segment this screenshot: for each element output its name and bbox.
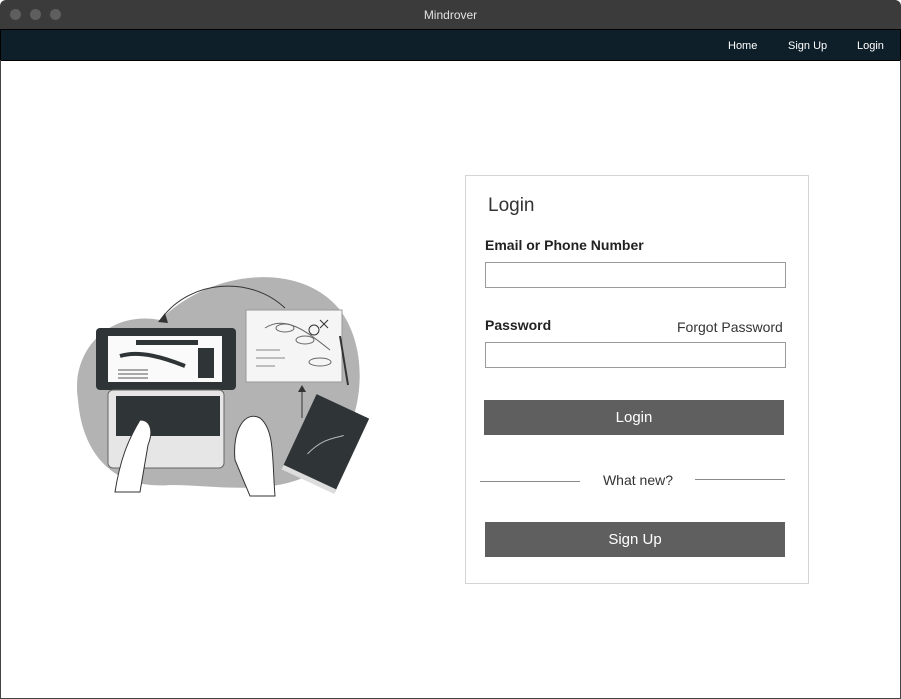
- email-label: Email or Phone Number: [485, 237, 644, 253]
- nav-home-link[interactable]: Home: [728, 40, 757, 52]
- password-label: Password: [485, 317, 552, 333]
- laptop-illustration: [76, 277, 370, 497]
- login-button[interactable]: Login: [484, 400, 784, 435]
- nav-login-link[interactable]: Login: [857, 40, 884, 52]
- signup-button[interactable]: Sign Up: [485, 522, 785, 557]
- divider-label: What new?: [602, 472, 674, 488]
- email-field[interactable]: [485, 262, 786, 288]
- login-card: Login Email or Phone Number Password For…: [465, 175, 809, 584]
- login-title: Login: [488, 195, 535, 216]
- top-navbar: Home Sign Up Login: [0, 29, 901, 61]
- divider-line-right: [695, 479, 785, 480]
- window-titlebar: Mindrover: [0, 0, 901, 29]
- nav-signup-link[interactable]: Sign Up: [788, 40, 827, 52]
- forgot-password-link[interactable]: Forgot Password: [677, 319, 783, 335]
- password-field[interactable]: [485, 342, 786, 368]
- window-title: Mindrover: [423, 8, 478, 22]
